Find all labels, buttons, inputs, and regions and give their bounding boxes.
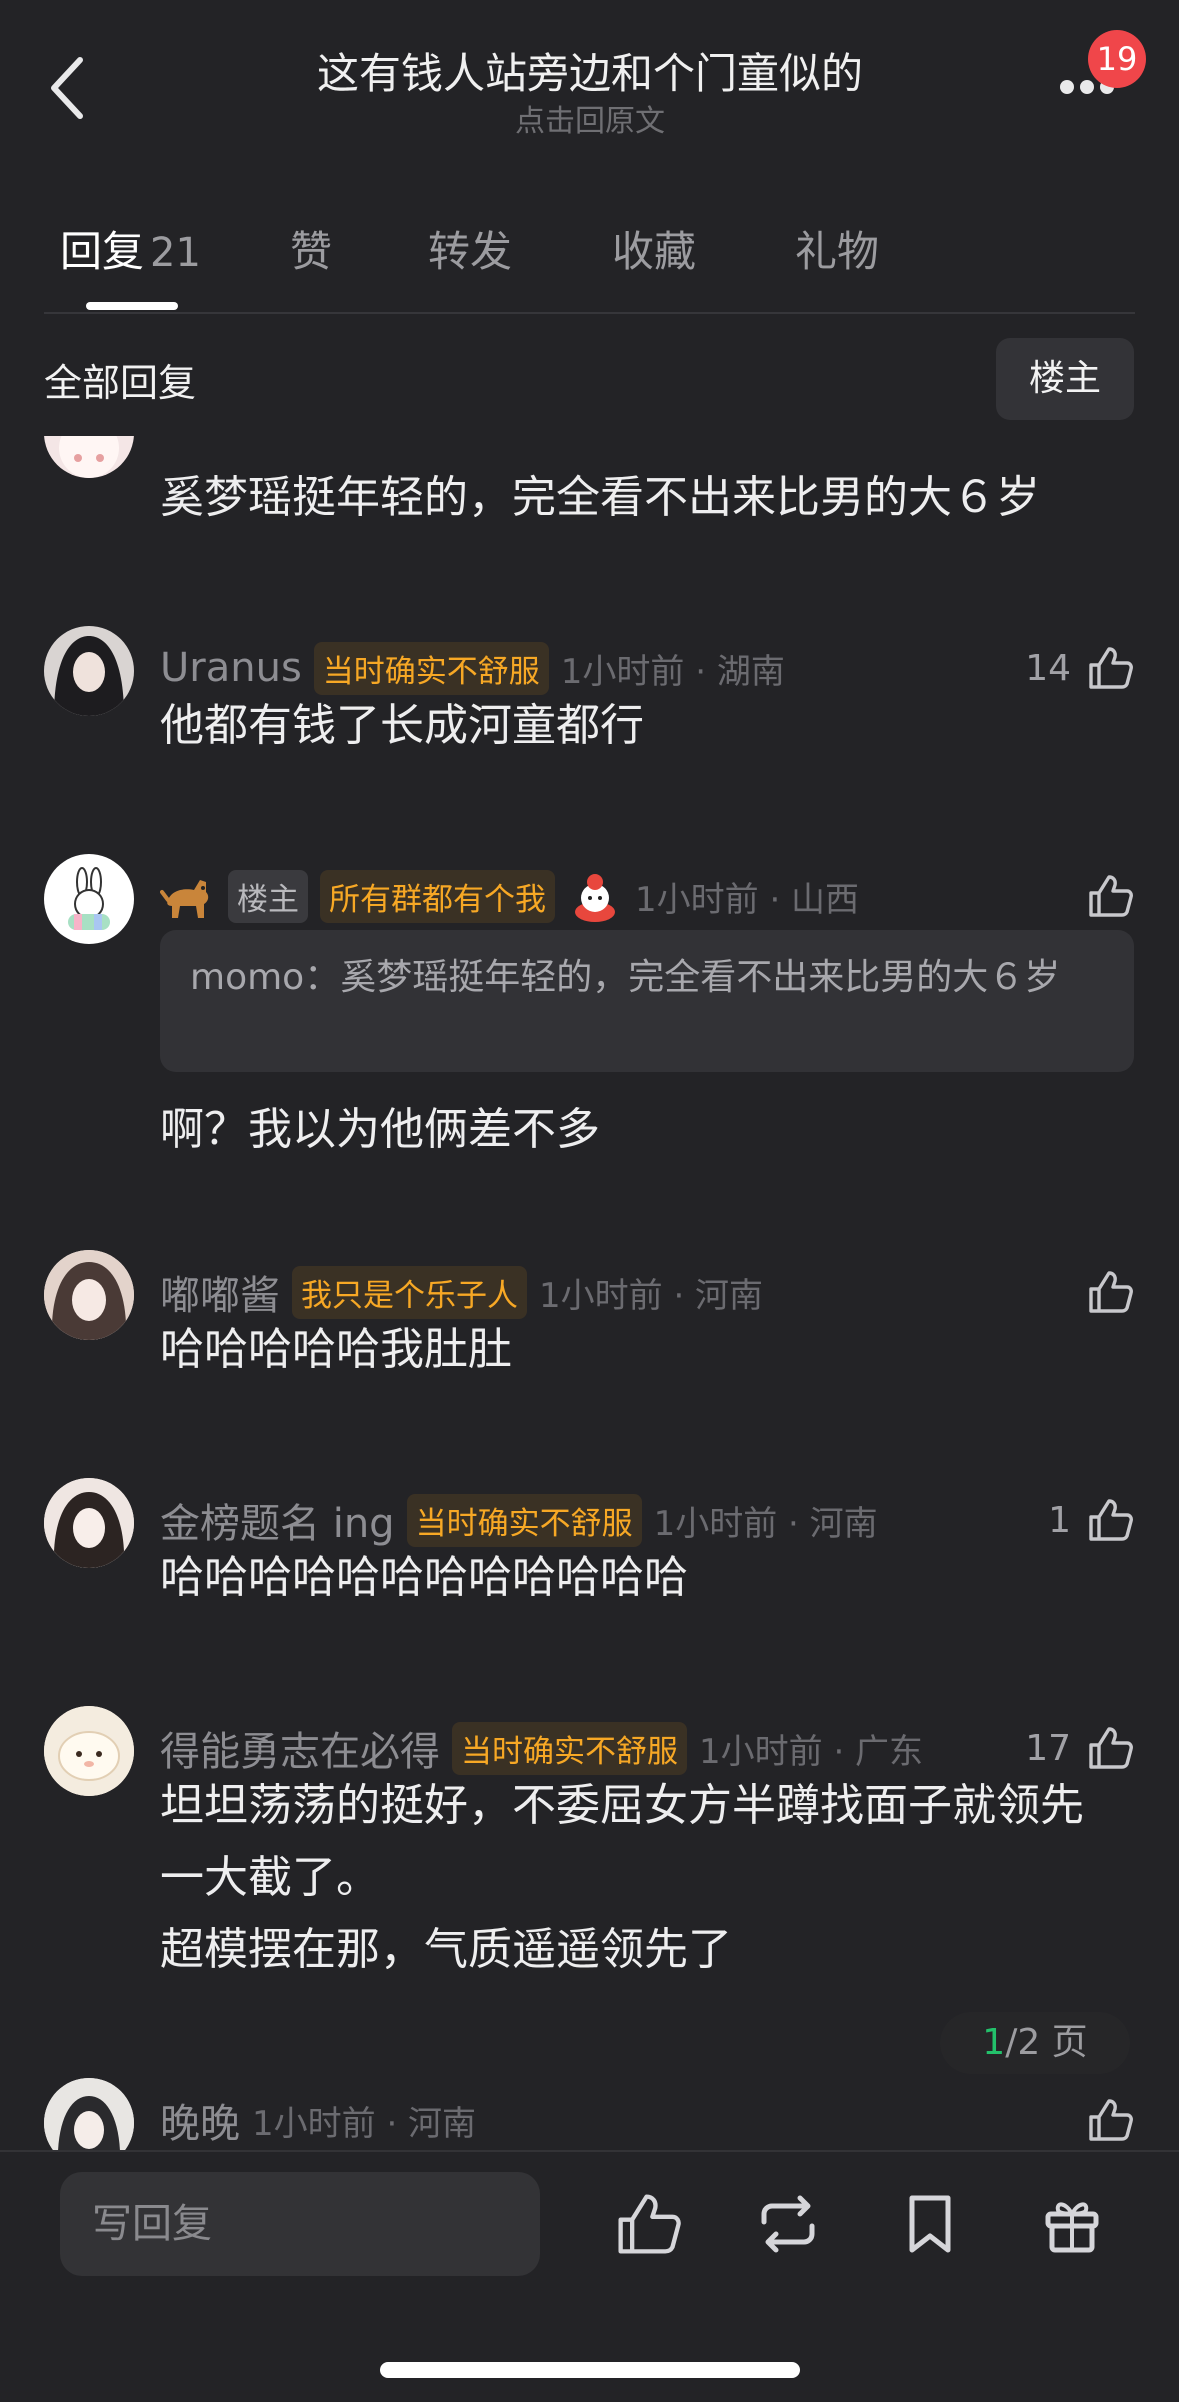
avatar[interactable]	[44, 2078, 134, 2150]
dog-icon	[160, 870, 216, 922]
avatar[interactable]	[44, 1478, 134, 1568]
comment-meta: 嘟嘟酱 我只是个乐子人 1小时前 · 河南	[160, 1264, 763, 1320]
avatar[interactable]	[44, 1706, 134, 1796]
thumbs-up-icon[interactable]	[1085, 1267, 1135, 1317]
user-tag: 当时确实不舒服	[406, 1493, 642, 1547]
page-total: /2 页	[1005, 2022, 1088, 2063]
like-count: 1	[1048, 1499, 1071, 1541]
comment-meta: 得能勇志在必得 当时确实不舒服 1小时前 · 广东	[160, 1720, 923, 1776]
notification-badge: 19	[1088, 30, 1146, 88]
thumbs-up-icon[interactable]	[1085, 1723, 1135, 1773]
timestamp-location: 1小时前 · 湖南	[560, 651, 785, 692]
username[interactable]: Uranus	[160, 645, 302, 691]
like-control[interactable]: 17	[1025, 1720, 1135, 1776]
tab-bar: 回复 21 赞 转发 收藏 礼物	[0, 210, 1179, 314]
avatar[interactable]	[44, 626, 134, 716]
like-control[interactable]	[1085, 1264, 1135, 1320]
comment-list: 奚梦瑶挺年轻的，完全看不出来比男的大６岁 Uranus 当时确实不舒服 1小时前…	[0, 436, 1179, 2150]
thumbs-up-icon[interactable]	[1085, 871, 1135, 921]
home-indicator[interactable]	[380, 2362, 800, 2378]
all-replies-label[interactable]: 全部回复	[44, 352, 196, 407]
avatar[interactable]	[44, 436, 134, 478]
tab-gifts[interactable]: 礼物	[795, 218, 879, 279]
comment-meta: 晚晚 1小时前 · 河南	[160, 2092, 476, 2148]
avatar[interactable]	[44, 1250, 134, 1340]
user-tag: 当时确实不舒服	[452, 1721, 687, 1775]
current-page: 1	[982, 2022, 1006, 2063]
thumbs-up-icon[interactable]	[1085, 643, 1135, 693]
timestamp-location: 1小时前 · 河南	[539, 1275, 764, 1316]
comment-text: 坦坦荡荡的挺好，不委屈女方半蹲找面子就领先一大截了。	[160, 1780, 1084, 1903]
comment-meta: 楼主 所有群都有个我 1小时前 · 山西	[160, 868, 859, 924]
username[interactable]: 晚晚	[160, 2091, 240, 2149]
timestamp-location: 1小时前 · 山西	[635, 879, 860, 920]
post-title[interactable]: 这有钱人站旁边和个门童似的	[200, 40, 980, 101]
timestamp-location: 1小时前 · 广东	[699, 1731, 924, 1772]
like-count: 17	[1025, 1727, 1071, 1769]
comment-text: 哈哈哈哈哈我肚肚	[160, 1324, 512, 1375]
quoted-reply[interactable]: momo：奚梦瑶挺年轻的，完全看不出来比男的大６岁	[160, 930, 1134, 1072]
tab-reposts[interactable]: 转发	[428, 218, 512, 279]
back-to-original-link[interactable]: 点击回原文	[200, 96, 980, 140]
op-badge: 楼主	[228, 869, 308, 923]
tab-replies-label: 回复	[60, 227, 145, 276]
timestamp-location: 1小时前 · 河南	[252, 2103, 477, 2144]
like-count: 14	[1025, 647, 1071, 689]
active-tab-indicator	[86, 302, 178, 310]
page-indicator[interactable]: 1/2 页	[940, 2012, 1130, 2074]
tab-replies-count: 21	[150, 230, 201, 276]
timestamp-location: 1小时前 · 河南	[653, 1503, 878, 1544]
like-control[interactable]: 1	[1048, 1492, 1135, 1548]
like-control[interactable]	[1085, 868, 1135, 924]
username[interactable]: 金榜题名 ing	[160, 1491, 395, 1549]
like-control[interactable]: 14	[1025, 640, 1135, 696]
user-tag: 我只是个乐子人	[292, 1265, 527, 1319]
comment-meta: Uranus 当时确实不舒服 1小时前 · 湖南	[160, 640, 785, 696]
user-tag: 当时确实不舒服	[313, 641, 549, 695]
username[interactable]: 嘟嘟酱	[160, 1263, 280, 1321]
comment-meta: 金榜题名 ing 当时确实不舒服 1小时前 · 河南	[160, 1492, 878, 1548]
comment-text: 啊？我以为他俩差不多	[160, 1104, 600, 1155]
tab-favorites[interactable]: 收藏	[612, 218, 696, 279]
bookmark-icon[interactable]	[894, 2188, 966, 2260]
reply-input[interactable]: 写回复	[60, 2172, 540, 2276]
avatar[interactable]	[44, 854, 134, 944]
thumbs-up-icon[interactable]	[1085, 2095, 1135, 2145]
user-tag: 所有群都有个我	[320, 869, 555, 923]
comment-text: 哈哈哈哈哈哈哈哈哈哈哈哈	[160, 1552, 688, 1603]
comment-text-line2: 超模摆在那，气质遥遥领先了	[160, 1924, 732, 1975]
username[interactable]: 得能勇志在必得	[160, 1719, 440, 1777]
like-control[interactable]	[1085, 2092, 1135, 2148]
gift-figure-icon	[567, 868, 623, 924]
tab-divider	[44, 312, 1135, 314]
tab-replies[interactable]: 回复 21	[60, 218, 201, 279]
tab-likes[interactable]: 赞	[290, 218, 332, 279]
op-only-button[interactable]: 楼主	[996, 338, 1134, 420]
comment-text: 他都有钱了长成河童都行	[160, 700, 644, 751]
comment-text: 奚梦瑶挺年轻的，完全看不出来比男的大６岁	[160, 472, 1040, 523]
back-arrow-icon[interactable]	[40, 48, 96, 128]
thumbs-up-icon[interactable]	[1085, 1495, 1135, 1545]
gift-icon[interactable]	[1036, 2188, 1108, 2260]
app-screen: 这有钱人站旁边和个门童似的 点击回原文 19 回复 21 赞 转发 收藏 礼物 全…	[0, 0, 1179, 2402]
repost-icon[interactable]	[752, 2188, 824, 2260]
like-post-icon[interactable]	[612, 2188, 684, 2260]
